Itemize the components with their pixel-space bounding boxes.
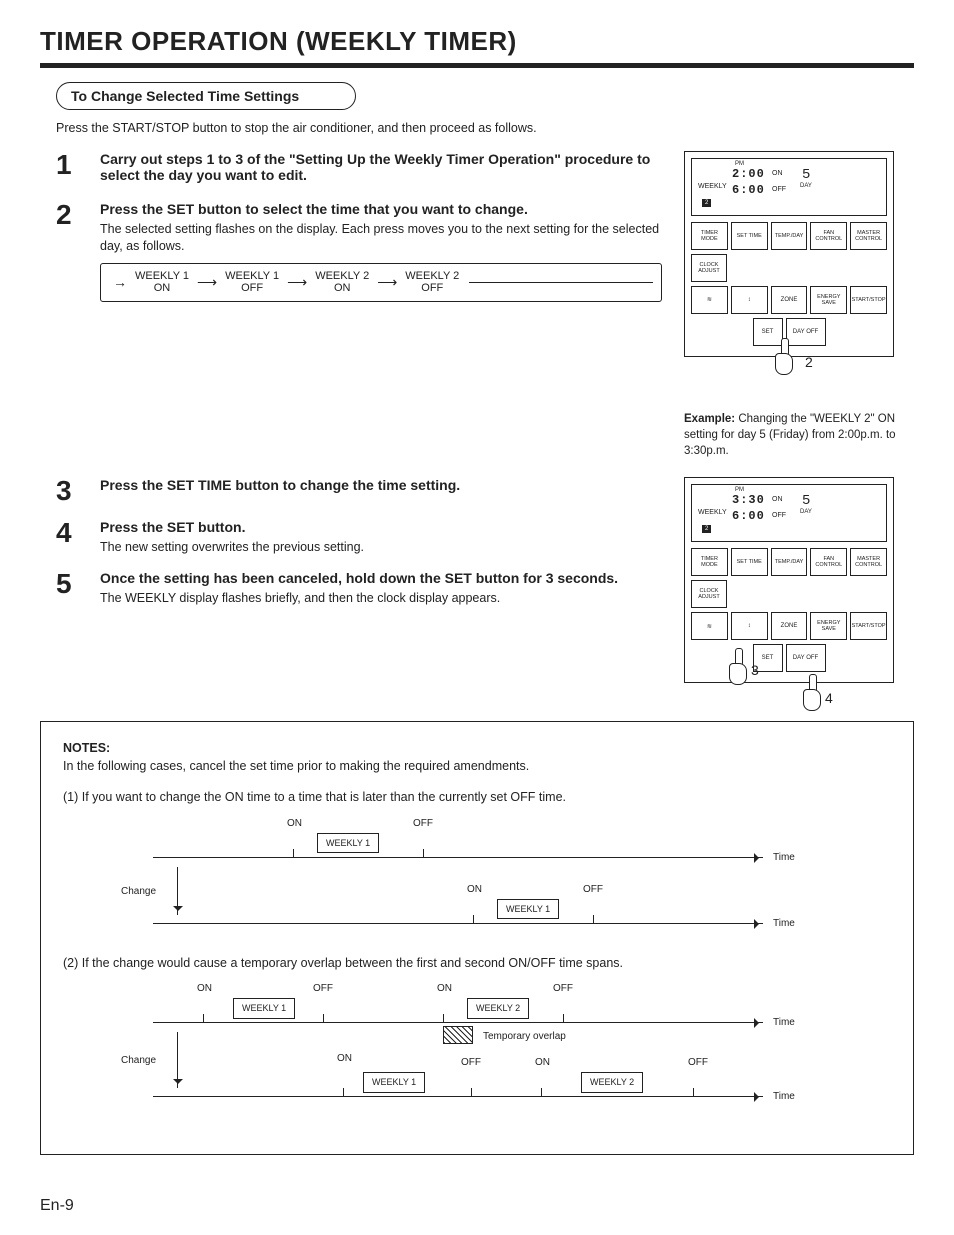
overlap-label: Temporary overlap xyxy=(483,1030,566,1044)
block-1: 1 Carry out steps 1 to 3 of the "Setting… xyxy=(56,151,914,459)
overlap-hatch xyxy=(443,1026,473,1044)
step-desc: The new setting overwrites the previous … xyxy=(100,539,662,556)
louver-button: ↕ xyxy=(731,612,768,640)
weekly1-box: WEEKLY 1 xyxy=(317,833,379,854)
step-desc: The WEEKLY display flashes briefly, and … xyxy=(100,590,662,607)
timeline-diagram-2: ON OFF WEEKLY 1 ON OFF WEEKLY 2 Time Cha… xyxy=(63,978,891,1118)
swing-button: ≋ xyxy=(691,612,728,640)
page-title: TIMER OPERATION (WEEKLY TIMER) xyxy=(40,26,914,57)
remote-illustration-2: PM 3:30ON 6:00OFF WEEKLY 5 DAY 2 TIMER M… xyxy=(684,477,894,683)
energy-save-button: ENERGY SAVE xyxy=(810,286,847,314)
note-2: (2) If the change would cause a temporar… xyxy=(63,955,891,973)
master-control-button: MASTER CONTROL xyxy=(850,222,887,250)
clock-adjust-button: CLOCK ADJUST xyxy=(691,254,727,282)
arrow-icon: ⟶ xyxy=(197,274,217,291)
step-number: 2 xyxy=(56,201,100,302)
divider xyxy=(40,63,914,68)
example-caption: Example: Changing the "WEEKLY 2" ON sett… xyxy=(684,411,914,459)
timeline-diagram-1: ON OFF WEEKLY 1 Time Change ON OFF WEEKL… xyxy=(63,813,891,943)
step-title: Press the SET TIME button to change the … xyxy=(100,477,662,493)
step-5: 5 Once the setting has been canceled, ho… xyxy=(56,570,662,607)
step-number: 3 xyxy=(56,477,100,505)
step-title: Carry out steps 1 to 3 of the "Setting U… xyxy=(100,151,662,183)
hand-pointer-icon xyxy=(803,674,825,710)
block-2: 3 Press the SET TIME button to change th… xyxy=(56,477,914,693)
weekly2-box: WEEKLY 2 xyxy=(467,998,529,1019)
page-number: En-9 xyxy=(40,1197,74,1215)
energy-save-button: ENERGY SAVE xyxy=(810,612,847,640)
weekly1-box: WEEKLY 1 xyxy=(233,998,295,1019)
timer-mode-button: TIMER MODE xyxy=(691,548,728,576)
day-off-button: DAY OFF xyxy=(786,644,826,672)
step-title: Press the SET button. xyxy=(100,519,662,535)
weekly2-box: WEEKLY 2 xyxy=(581,1072,643,1093)
callout-number: 4 xyxy=(825,690,833,706)
timer-mode-button: TIMER MODE xyxy=(691,222,728,250)
fan-control-button: FAN CONTROL xyxy=(810,548,847,576)
step-number: 1 xyxy=(56,151,100,187)
manual-page: { "title": "TIMER OPERATION (WEEKLY TIME… xyxy=(0,0,954,1235)
intro-text: Press the START/STOP button to stop the … xyxy=(56,120,576,137)
arrow-icon: → xyxy=(113,274,127,290)
arrow-icon: ⟶ xyxy=(287,274,307,291)
set-time-button: SET TIME xyxy=(731,222,768,250)
clock-adjust-button: CLOCK ADJUST xyxy=(691,580,727,608)
step-1: 1 Carry out steps 1 to 3 of the "Setting… xyxy=(56,151,662,187)
remote-illustration-1: PM 2:00ON 6:00OFF WEEKLY 5 DAY 2 TIMER M… xyxy=(684,151,894,357)
master-control-button: MASTER CONTROL xyxy=(850,548,887,576)
start-stop-button: START/STOP xyxy=(850,286,887,314)
note-1: (1) If you want to change the ON time to… xyxy=(63,789,891,807)
set-time-button: SET TIME xyxy=(731,548,768,576)
start-stop-button: START/STOP xyxy=(850,612,887,640)
lcd-display: PM 3:30ON 6:00OFF WEEKLY 5 DAY 2 xyxy=(691,484,887,542)
swing-button: ≋ xyxy=(691,286,728,314)
step-title: Press the SET button to select the time … xyxy=(100,201,662,217)
callout-number: 3 xyxy=(751,662,759,678)
hand-pointer-icon xyxy=(729,648,751,684)
step-desc: The selected setting flashes on the disp… xyxy=(100,221,662,255)
step-number: 4 xyxy=(56,519,100,556)
arrow-icon: ⟶ xyxy=(377,274,397,291)
lcd-display: PM 2:00ON 6:00OFF WEEKLY 5 DAY 2 xyxy=(691,158,887,216)
down-arrow-icon xyxy=(177,867,178,915)
section-heading: To Change Selected Time Settings xyxy=(56,82,356,110)
weekly1-box: WEEKLY 1 xyxy=(363,1072,425,1093)
notes-title: NOTES: xyxy=(63,741,110,755)
temp-day-button: TEMP./DAY xyxy=(771,548,808,576)
temp-day-button: TEMP./DAY xyxy=(771,222,808,250)
louver-button: ↕ xyxy=(731,286,768,314)
down-arrow-icon xyxy=(177,1032,178,1088)
step-title: Once the setting has been canceled, hold… xyxy=(100,570,662,586)
callout-number: 2 xyxy=(805,354,813,370)
zone-button: ZONE xyxy=(771,286,808,314)
notes-lead: In the following cases, cancel the set t… xyxy=(63,758,891,776)
step-number: 5 xyxy=(56,570,100,607)
step-4: 4 Press the SET button. The new setting … xyxy=(56,519,662,556)
step-3: 3 Press the SET TIME button to change th… xyxy=(56,477,662,505)
sequence-diagram: → WEEKLY 1ON ⟶ WEEKLY 1OFF ⟶ WEEKLY 2ON … xyxy=(100,263,662,302)
notes-box: NOTES: In the following cases, cancel th… xyxy=(40,721,914,1155)
zone-button: ZONE xyxy=(771,612,808,640)
hand-pointer-icon xyxy=(775,338,797,374)
step-2: 2 Press the SET button to select the tim… xyxy=(56,201,662,302)
weekly1-box: WEEKLY 1 xyxy=(497,899,559,920)
fan-control-button: FAN CONTROL xyxy=(810,222,847,250)
